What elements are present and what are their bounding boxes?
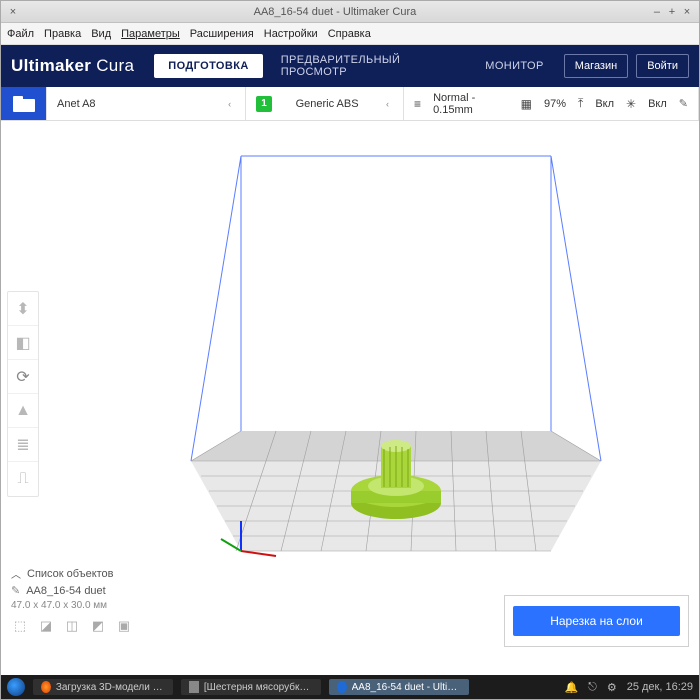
chevron-left-icon[interactable]: ‹ bbox=[382, 99, 393, 109]
menu-help[interactable]: Справка bbox=[328, 28, 371, 40]
slice-button[interactable]: Нарезка на слои bbox=[513, 606, 680, 636]
window-close-button[interactable]: × bbox=[681, 6, 693, 18]
rotate-tool[interactable]: ⟳ bbox=[8, 360, 38, 394]
settings-tray-icon[interactable]: ⚙ bbox=[607, 681, 617, 694]
material-selector[interactable]: 1 Generic ABS ‹ bbox=[246, 87, 404, 120]
printer-name: Anet A8 bbox=[57, 98, 96, 110]
stage-prepare[interactable]: ПОДГОТОВКА bbox=[154, 54, 262, 78]
taskbar-item-files[interactable]: [Шестерня мясорубки Due… bbox=[181, 679, 321, 695]
print-settings-selector[interactable]: ≡ Normal - 0.15mm ▦ 97% ⤒ Вкл ✳ Вкл ✎ bbox=[404, 87, 699, 120]
menubar: Файл Правка Вид Параметры Расширения Нас… bbox=[1, 23, 699, 45]
signin-button[interactable]: Войти bbox=[636, 54, 689, 78]
menu-extensions[interactable]: Расширения bbox=[190, 28, 254, 40]
view-right-button[interactable]: ▣ bbox=[115, 617, 133, 635]
menu-view[interactable]: Вид bbox=[91, 28, 111, 40]
adhesion-icon: ✳ bbox=[626, 97, 636, 111]
menu-settings[interactable]: Настройки bbox=[264, 28, 318, 40]
extruder-badge: 1 bbox=[256, 96, 272, 112]
collapse-icon[interactable]: ︿ bbox=[11, 566, 21, 581]
profile-name: Normal - 0.15mm bbox=[433, 92, 497, 116]
titlebar: × AA8_16-54 duet - Ultimaker Cura – + × bbox=[1, 1, 699, 23]
toolbar: Anet A8 ‹ 1 Generic ABS ‹ ≡ Normal - 0.1… bbox=[1, 87, 699, 121]
infill-icon: ▦ bbox=[521, 97, 532, 111]
support-icon: ⤒ bbox=[578, 96, 583, 111]
taskbar-item-label: Загрузка 3D-модели — Mo… bbox=[56, 682, 165, 693]
window-title: AA8_16-54 duet - Ultimaker Cura bbox=[19, 6, 651, 18]
object-list-header: Список объектов bbox=[27, 568, 114, 580]
files-icon bbox=[189, 681, 199, 693]
mesh-settings-tool[interactable]: ≣ bbox=[8, 428, 38, 462]
supports-value: Вкл bbox=[595, 98, 614, 110]
brand-bar: Ultimaker Cura ПОДГОТОВКА ПРЕДВАРИТЕЛЬНЫ… bbox=[1, 45, 699, 87]
stage-preview[interactable]: ПРЕДВАРИТЕЛЬНЫЙ ПРОСМОТР bbox=[281, 54, 468, 78]
window-close-left[interactable]: × bbox=[7, 6, 19, 18]
cura-icon bbox=[337, 681, 347, 693]
material-name: Generic ABS bbox=[296, 98, 359, 110]
menu-parameters[interactable]: Параметры bbox=[121, 28, 180, 40]
brand-logo: Ultimaker Cura bbox=[11, 56, 134, 76]
printer-selector[interactable]: Anet A8 ‹ bbox=[47, 87, 246, 120]
layers-icon: ≡ bbox=[414, 97, 421, 111]
edit-settings-icon[interactable]: ✎ bbox=[679, 97, 688, 110]
slice-panel: Нарезка на слои bbox=[504, 595, 689, 647]
adhesion-value: Вкл bbox=[648, 98, 667, 110]
view-3d-button[interactable]: ⬚ bbox=[11, 617, 29, 635]
notification-icon[interactable]: 🔔 bbox=[564, 681, 578, 694]
transform-toolbar: ⬍ ◧ ⟳ ▲ ≣ ⎍ bbox=[7, 291, 39, 497]
open-file-button[interactable] bbox=[1, 87, 47, 120]
mirror-tool[interactable]: ▲ bbox=[8, 394, 38, 428]
taskbar-item-cura[interactable]: AA8_16-54 duet - Ultimaker … bbox=[329, 679, 469, 695]
taskbar: Загрузка 3D-модели — Mo… [Шестерня мясор… bbox=[1, 675, 699, 699]
start-button[interactable] bbox=[7, 678, 25, 696]
menu-file[interactable]: Файл bbox=[7, 28, 34, 40]
stage-tabs: ПОДГОТОВКА ПРЕДВАРИТЕЛЬНЫЙ ПРОСМОТР МОНИ… bbox=[154, 54, 543, 78]
scale-tool[interactable]: ◧ bbox=[8, 326, 38, 360]
marketplace-button[interactable]: Магазин bbox=[564, 54, 628, 78]
object-list-panel: ︿ Список объектов ✎ AA8_16-54 duet 47.0 … bbox=[11, 563, 133, 635]
folder-icon bbox=[13, 96, 35, 112]
window-minimize-button[interactable]: – bbox=[651, 6, 663, 18]
clock[interactable]: 25 дек, 16:29 bbox=[627, 681, 693, 693]
taskbar-item-firefox[interactable]: Загрузка 3D-модели — Mo… bbox=[33, 679, 173, 695]
object-name[interactable]: AA8_16-54 duet bbox=[26, 585, 106, 597]
viewport[interactable]: ⬍ ◧ ⟳ ▲ ≣ ⎍ bbox=[1, 121, 699, 675]
infill-value: 97% bbox=[544, 98, 566, 110]
view-buttons: ⬚ ◪ ◫ ◩ ▣ bbox=[11, 617, 133, 635]
view-front-button[interactable]: ◪ bbox=[37, 617, 55, 635]
stage-monitor[interactable]: МОНИТОР bbox=[485, 60, 544, 72]
taskbar-item-label: AA8_16-54 duet - Ultimaker … bbox=[352, 682, 461, 693]
view-left-button[interactable]: ◩ bbox=[89, 617, 107, 635]
build-volume[interactable] bbox=[181, 131, 611, 581]
object-dimensions: 47.0 x 47.0 x 30.0 мм bbox=[11, 600, 133, 611]
support-blocker-tool[interactable]: ⎍ bbox=[8, 462, 38, 496]
menu-edit[interactable]: Правка bbox=[44, 28, 81, 40]
system-tray: 🔔 ⎋ ⚙ 25 дек, 16:29 bbox=[564, 681, 693, 694]
pencil-icon[interactable]: ✎ bbox=[11, 584, 20, 597]
app-window: × AA8_16-54 duet - Ultimaker Cura – + × … bbox=[0, 0, 700, 700]
view-top-button[interactable]: ◫ bbox=[63, 617, 81, 635]
chevron-left-icon[interactable]: ‹ bbox=[224, 99, 235, 109]
move-tool[interactable]: ⬍ bbox=[8, 292, 38, 326]
network-icon[interactable]: ⎋ bbox=[588, 681, 597, 694]
taskbar-item-label: [Шестерня мясорубки Due… bbox=[204, 682, 313, 693]
window-maximize-button[interactable]: + bbox=[666, 6, 678, 18]
firefox-icon bbox=[41, 681, 51, 693]
